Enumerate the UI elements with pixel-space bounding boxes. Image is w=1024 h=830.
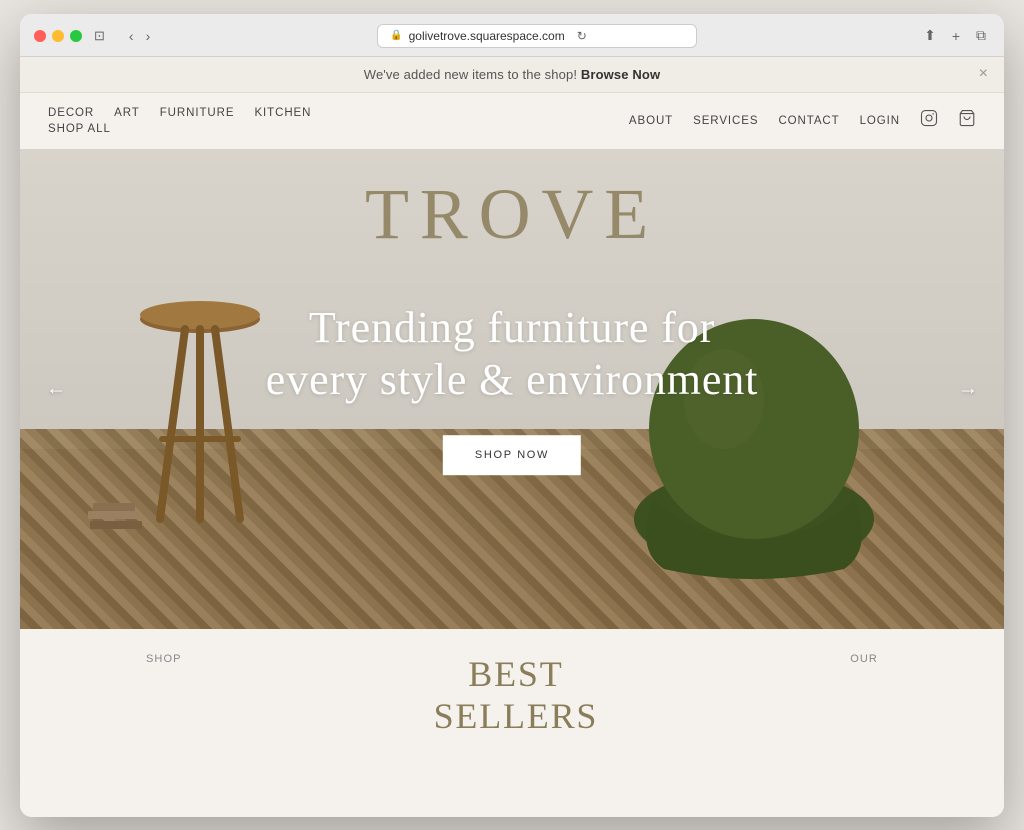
announcement-close-button[interactable]: ×	[979, 66, 988, 82]
nav-link-contact[interactable]: CONTACT	[778, 115, 839, 127]
address-bar[interactable]: 🔒 golivetrove.squarespace.com ↻	[377, 24, 697, 48]
below-fold-best-col: BEST SELLERS	[434, 653, 599, 737]
browse-now-link[interactable]: Browse Now	[581, 67, 660, 82]
nav-link-kitchen[interactable]: KITCHEN	[254, 107, 311, 119]
below-fold-section: SHOP BEST SELLERS OUR	[20, 629, 1004, 709]
browser-window: ⊡ ‹ › 🔒 golivetrove.squarespace.com ↻ ⬆ …	[20, 14, 1004, 817]
cart-icon[interactable]	[958, 109, 976, 132]
brand-name-text: TROVE	[365, 174, 659, 254]
decor-items	[88, 491, 148, 541]
below-fold-our-label: OUR	[850, 653, 878, 665]
forward-button[interactable]: ›	[142, 26, 155, 46]
shop-now-button[interactable]: SHOP NOW	[443, 435, 581, 475]
nav-link-about[interactable]: ABOUT	[629, 115, 673, 127]
minimize-window-button[interactable]	[52, 30, 64, 42]
carousel-prev-button[interactable]: ←	[36, 367, 76, 410]
below-fold-shop-label: SHOP	[146, 653, 182, 665]
instagram-icon[interactable]	[920, 109, 938, 132]
close-window-button[interactable]	[34, 30, 46, 42]
browser-actions: ⬆ + ⧉	[920, 25, 990, 46]
traffic-lights	[34, 30, 82, 42]
nav-link-login[interactable]: LOGIN	[860, 115, 900, 127]
maximize-window-button[interactable]	[70, 30, 82, 42]
nav-left-row-2: SHOP ALL	[48, 123, 311, 135]
hero-brand: TROVE	[20, 173, 1004, 256]
website-content: We've added new items to the shop! Brows…	[20, 57, 1004, 817]
nav-left: DECOR ART FURNITURE KITCHEN SHOP ALL	[48, 107, 311, 135]
back-button[interactable]: ‹	[125, 26, 138, 46]
below-fold-best-text: BEST	[434, 653, 599, 695]
nav-link-furniture[interactable]: FURNITURE	[160, 107, 235, 119]
share-button[interactable]: ⬆	[920, 25, 940, 46]
nav-link-decor[interactable]: DECOR	[48, 107, 94, 119]
add-tab-button[interactable]: +	[948, 26, 964, 46]
duplicate-tab-button[interactable]: ⧉	[972, 25, 990, 46]
announcement-text: We've added new items to the shop! Brows…	[364, 67, 660, 82]
below-fold-shop-col: SHOP	[146, 653, 182, 665]
browser-chrome: ⊡ ‹ › 🔒 golivetrove.squarespace.com ↻ ⬆ …	[20, 14, 1004, 57]
nav-link-art[interactable]: ART	[114, 107, 140, 119]
url-text: golivetrove.squarespace.com	[409, 29, 565, 43]
lock-icon: 🔒	[390, 30, 402, 41]
nav-right: ABOUT SERVICES CONTACT LOGIN	[629, 109, 976, 132]
below-fold-sellers-text: SELLERS	[434, 695, 599, 737]
refresh-button[interactable]: ↻	[577, 29, 587, 43]
carousel-next-button[interactable]: →	[948, 367, 988, 410]
window-toggle-button[interactable]: ⊡	[90, 26, 109, 46]
nav-link-services[interactable]: SERVICES	[693, 115, 758, 127]
hero-text-overlay: Trending furniture for every style & env…	[217, 302, 807, 476]
below-fold-our-col: OUR	[850, 653, 878, 665]
announcement-bar: We've added new items to the shop! Brows…	[20, 57, 1004, 93]
hero-section: TROVE Trending furniture for every style…	[20, 149, 1004, 629]
nav-link-shop-all[interactable]: SHOP ALL	[48, 123, 111, 135]
nav-left-row-1: DECOR ART FURNITURE KITCHEN	[48, 107, 311, 119]
site-nav: DECOR ART FURNITURE KITCHEN SHOP ALL ABO…	[20, 93, 1004, 149]
hero-headline: Trending furniture for every style & env…	[217, 302, 807, 408]
